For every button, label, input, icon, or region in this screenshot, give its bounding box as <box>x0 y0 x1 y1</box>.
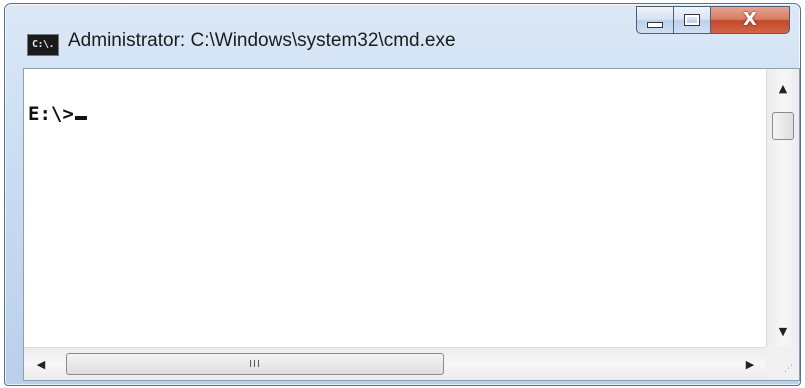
window-title: Administrator: C:\Windows\system32\cmd.e… <box>68 30 456 51</box>
maximize-icon <box>684 14 700 26</box>
thumb-grip-icon: III <box>249 358 261 370</box>
scroll-left-arrow-icon[interactable]: ◀ <box>24 348 58 380</box>
resize-grip-icon: ⋰ <box>784 364 793 374</box>
scroll-right-arrow-icon[interactable]: ▶ <box>733 348 767 380</box>
cmd-app-icon[interactable]: C:\. <box>27 34 59 56</box>
console-client-area: E:\> ▲ ▼ ◀ III ▶ ⋰ <box>23 68 800 381</box>
scroll-up-arrow-icon[interactable]: ▲ <box>767 75 799 101</box>
close-icon: X <box>743 9 757 30</box>
title-bar[interactable]: C:\. Administrator: C:\Windows\system32\… <box>5 4 800 68</box>
console-window: C:\. Administrator: C:\Windows\system32\… <box>4 3 801 386</box>
console-output[interactable]: E:\> <box>24 69 767 348</box>
vertical-scrollbar[interactable]: ▲ ▼ <box>766 69 799 348</box>
vertical-scroll-thumb[interactable] <box>772 112 794 140</box>
text-cursor <box>74 116 87 120</box>
horizontal-scrollbar[interactable]: ◀ III ▶ <box>24 347 767 380</box>
scroll-down-arrow-icon[interactable]: ▼ <box>767 318 799 344</box>
maximize-button[interactable] <box>673 6 711 34</box>
command-prompt: E:\> <box>28 103 74 125</box>
console-line: E:\> <box>28 103 87 125</box>
caption-buttons: X <box>636 6 790 38</box>
close-button[interactable]: X <box>710 6 790 34</box>
horizontal-scroll-thumb[interactable]: III <box>66 353 444 375</box>
minimize-button[interactable] <box>636 6 674 34</box>
resize-grip[interactable]: ⋰ <box>766 347 799 380</box>
minimize-icon <box>647 22 663 28</box>
